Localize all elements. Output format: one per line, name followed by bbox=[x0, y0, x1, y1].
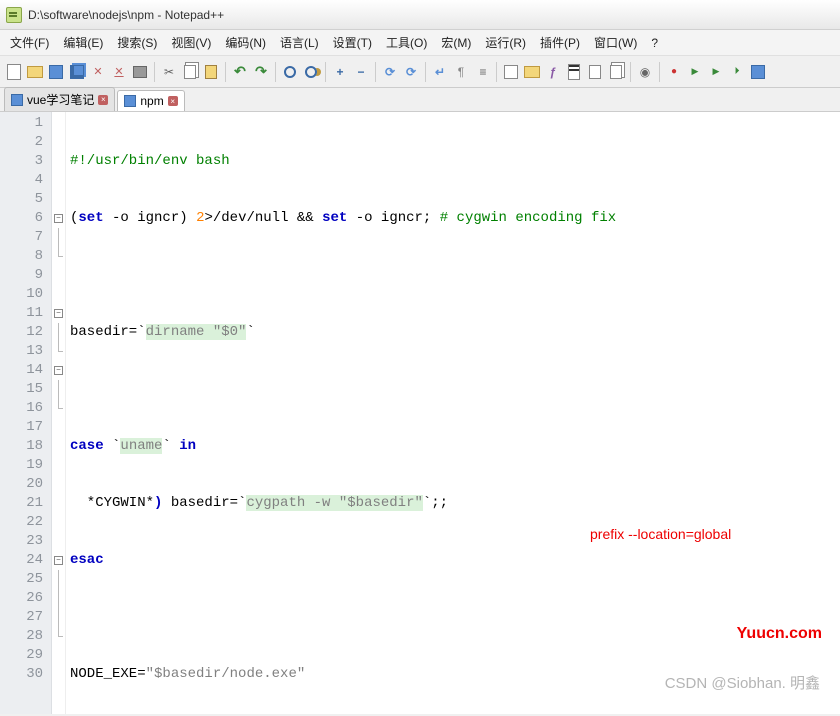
toolbar-separator bbox=[375, 62, 376, 82]
macro-record-icon[interactable] bbox=[664, 62, 684, 82]
sync-vertical-icon[interactable] bbox=[380, 62, 400, 82]
toolbar-separator bbox=[425, 62, 426, 82]
fold-toggle-icon[interactable]: − bbox=[54, 366, 63, 375]
doc-list-icon[interactable] bbox=[585, 62, 605, 82]
menu-search[interactable]: 搜索(S) bbox=[111, 31, 163, 54]
doc-map-icon[interactable] bbox=[564, 62, 584, 82]
menu-language[interactable]: 语言(L) bbox=[274, 31, 325, 54]
fold-toggle-icon[interactable]: − bbox=[54, 556, 63, 565]
tab-close-icon[interactable]: × bbox=[168, 96, 178, 106]
close-icon[interactable] bbox=[88, 62, 108, 82]
save-status-icon bbox=[124, 95, 136, 107]
open-file-icon[interactable] bbox=[25, 62, 45, 82]
toolbar bbox=[0, 56, 840, 88]
toolbar-separator bbox=[154, 62, 155, 82]
save-all-icon[interactable] bbox=[67, 62, 87, 82]
fold-column: − − − − bbox=[52, 112, 66, 714]
function-list-icon[interactable] bbox=[543, 62, 563, 82]
macro-play-multi-icon[interactable] bbox=[727, 62, 747, 82]
folder-workspace-icon[interactable] bbox=[522, 62, 542, 82]
menu-tools[interactable]: 工具(O) bbox=[380, 31, 433, 54]
menu-settings[interactable]: 设置(T) bbox=[327, 31, 378, 54]
user-lang-icon[interactable] bbox=[501, 62, 521, 82]
indent-guide-icon[interactable] bbox=[472, 62, 492, 82]
code-content[interactable]: #!/usr/bin/env bash (set -o igncr) 2>/de… bbox=[66, 112, 840, 714]
tab-vue-notes[interactable]: vue学习笔记 × bbox=[4, 87, 115, 111]
menu-macro[interactable]: 宏(M) bbox=[435, 31, 477, 54]
menubar: 文件(F) 编辑(E) 搜索(S) 视图(V) 编码(N) 语言(L) 设置(T… bbox=[0, 30, 840, 56]
toolbar-separator bbox=[496, 62, 497, 82]
tab-strip: vue学习笔记 × npm × bbox=[0, 88, 840, 112]
zoom-out-icon[interactable] bbox=[351, 62, 371, 82]
fold-toggle-icon[interactable]: − bbox=[54, 214, 63, 223]
menu-view[interactable]: 视图(V) bbox=[165, 31, 217, 54]
undo-icon[interactable] bbox=[230, 62, 250, 82]
menu-plugins[interactable]: 插件(P) bbox=[534, 31, 586, 54]
doc-switcher-icon[interactable] bbox=[606, 62, 626, 82]
save-icon[interactable] bbox=[46, 62, 66, 82]
menu-window[interactable]: 窗口(W) bbox=[588, 31, 643, 54]
annotation-label: prefix --location=global bbox=[590, 525, 731, 544]
copy-icon[interactable] bbox=[180, 62, 200, 82]
tab-npm[interactable]: npm × bbox=[117, 90, 184, 111]
print-icon[interactable] bbox=[130, 62, 150, 82]
watermark-csdn: CSDN @Siobhan. 明鑫 bbox=[665, 674, 820, 693]
show-all-chars-icon[interactable] bbox=[451, 62, 471, 82]
replace-icon[interactable] bbox=[301, 62, 321, 82]
zoom-in-icon[interactable] bbox=[330, 62, 350, 82]
menu-edit[interactable]: 编辑(E) bbox=[57, 31, 109, 54]
titlebar: D:\software\nodejs\npm - Notepad++ bbox=[0, 0, 840, 30]
cut-icon[interactable] bbox=[159, 62, 179, 82]
tab-label: vue学习笔记 bbox=[27, 91, 94, 108]
word-wrap-icon[interactable] bbox=[430, 62, 450, 82]
line-number-gutter: 12345 678910 1112131415 1617181920 21222… bbox=[0, 112, 52, 714]
close-all-icon[interactable] bbox=[109, 62, 129, 82]
macro-play-icon[interactable] bbox=[706, 62, 726, 82]
toolbar-separator bbox=[630, 62, 631, 82]
paste-icon[interactable] bbox=[201, 62, 221, 82]
toolbar-separator bbox=[225, 62, 226, 82]
toolbar-separator bbox=[275, 62, 276, 82]
tab-label: npm bbox=[140, 94, 163, 108]
toolbar-separator bbox=[325, 62, 326, 82]
menu-help[interactable]: ? bbox=[645, 33, 664, 53]
window-title: D:\software\nodejs\npm - Notepad++ bbox=[28, 8, 224, 22]
menu-run[interactable]: 运行(R) bbox=[479, 31, 532, 54]
menu-file[interactable]: 文件(F) bbox=[4, 31, 55, 54]
sync-horizontal-icon[interactable] bbox=[401, 62, 421, 82]
menu-encoding[interactable]: 编码(N) bbox=[219, 31, 272, 54]
monitoring-icon[interactable] bbox=[635, 62, 655, 82]
redo-icon[interactable] bbox=[251, 62, 271, 82]
macro-stop-icon[interactable] bbox=[685, 62, 705, 82]
macro-save-icon[interactable] bbox=[748, 62, 768, 82]
new-file-icon[interactable] bbox=[4, 62, 24, 82]
tab-close-icon[interactable]: × bbox=[98, 95, 108, 105]
app-icon bbox=[6, 7, 22, 23]
save-status-icon bbox=[11, 94, 23, 106]
find-icon[interactable] bbox=[280, 62, 300, 82]
toolbar-separator bbox=[659, 62, 660, 82]
editor-area[interactable]: 12345 678910 1112131415 1617181920 21222… bbox=[0, 112, 840, 714]
watermark-yuucn: Yuucn.com bbox=[737, 624, 822, 643]
fold-toggle-icon[interactable]: − bbox=[54, 309, 63, 318]
